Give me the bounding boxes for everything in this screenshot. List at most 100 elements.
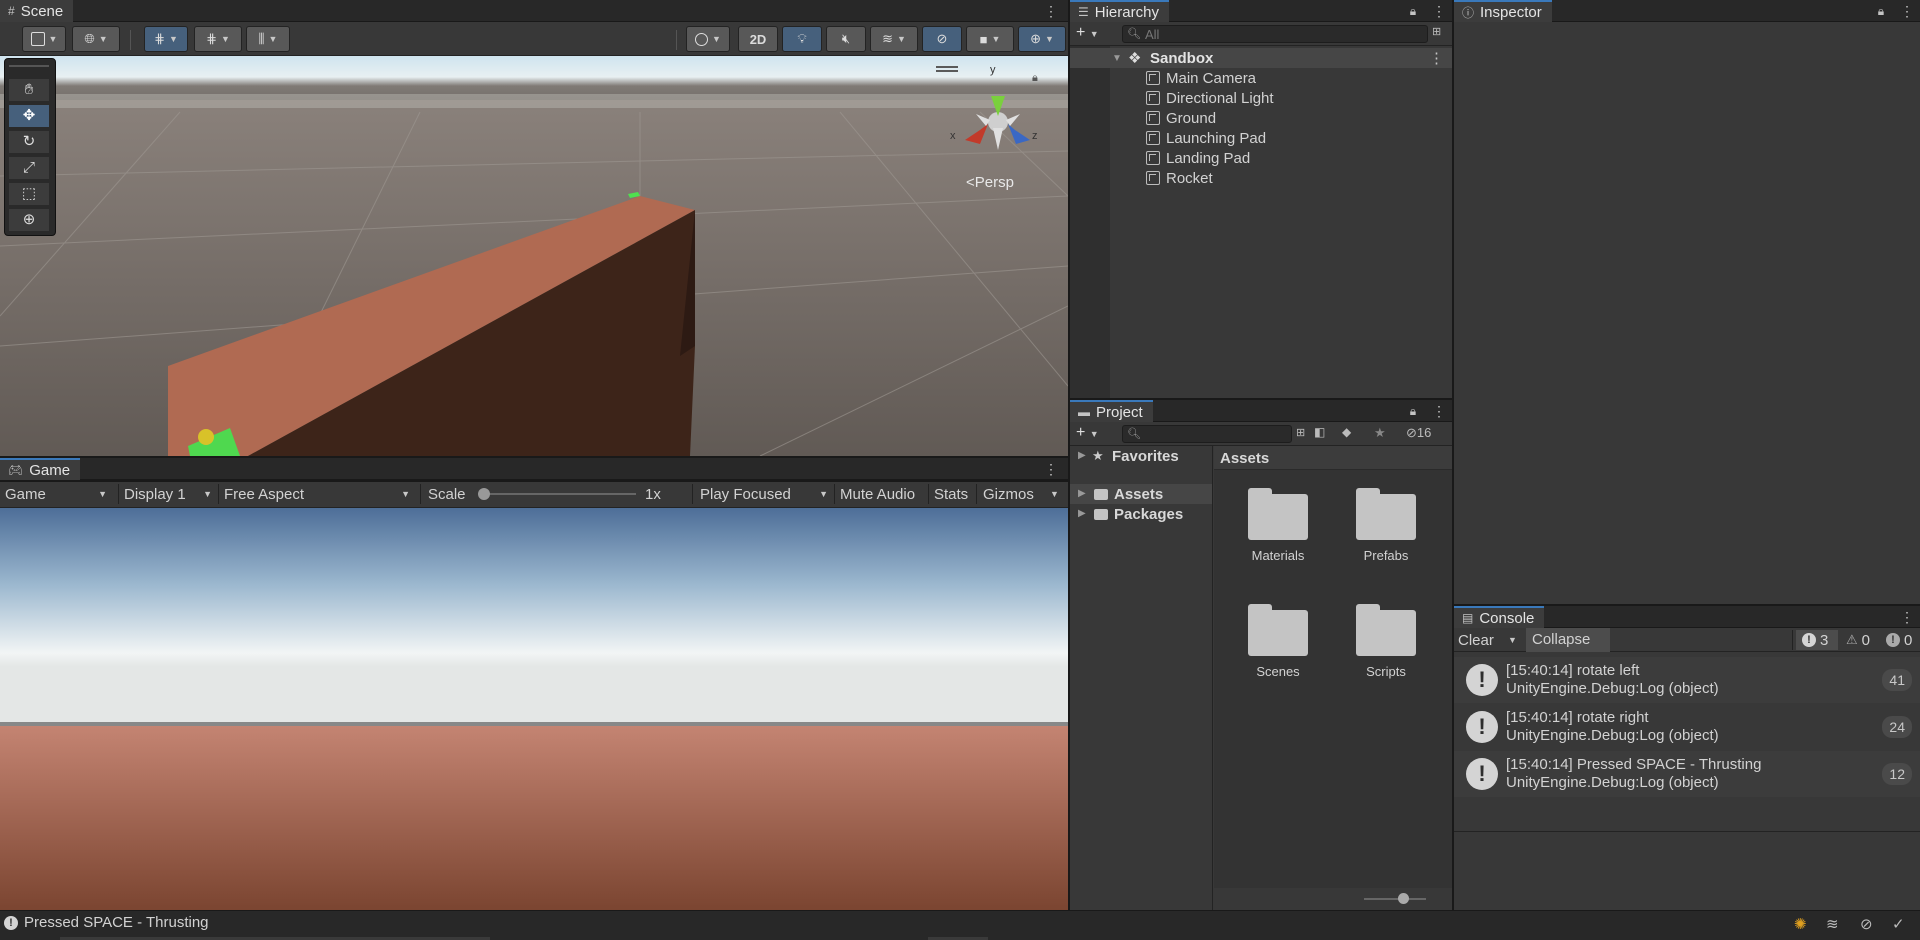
tree-item-assets[interactable]: ▶ Assets [1070, 484, 1212, 504]
hierarchy-item[interactable]: Ground [1070, 108, 1452, 128]
network-off-icon[interactable]: ⊘ [1860, 915, 1873, 933]
asset-label[interactable]: Scenes [1223, 664, 1333, 679]
gizmo-lock-icon[interactable]: 🔒︎ [1032, 72, 1038, 85]
hidden-packages-toggle[interactable]: ⊘16 [1406, 425, 1431, 441]
2d-toggle-button[interactable]: 2D [738, 26, 778, 52]
log-filter-toggle[interactable]: ! 3 [1796, 630, 1838, 650]
rect-tool-icon[interactable]: ⬚ [9, 183, 49, 205]
breadcrumb-assets[interactable]: Assets [1220, 450, 1269, 467]
draw-mode-button[interactable]: ▼ [22, 26, 66, 52]
console-entry[interactable]: ! [15:40:14] Pressed SPACE - Thrusting Un… [1454, 751, 1920, 797]
cache-server-icon[interactable]: ≋ [1826, 915, 1839, 933]
search-scope-icon[interactable]: ⊞ [1296, 426, 1305, 439]
folder-icon[interactable] [1356, 604, 1416, 656]
root-menu-icon[interactable]: ⋮ [1429, 49, 1444, 67]
console-entry[interactable]: ! [15:40:14] rotate right UnityEngine.Deb… [1454, 704, 1920, 750]
grid-visibility-button[interactable]: ⫼ ▼ [246, 26, 290, 52]
scale-slider[interactable] [482, 493, 636, 495]
inspector-menu-icon[interactable]: ⋮ [1900, 2, 1914, 20]
display-dropdown[interactable]: Display 1 ▼ [124, 482, 218, 506]
hierarchy-item[interactable]: Landing Pad [1070, 148, 1452, 168]
tab-scene[interactable]: # Scene [0, 0, 74, 22]
game-mode-dropdown[interactable]: Game ▼ [5, 482, 113, 506]
asset-label[interactable]: Materials [1223, 548, 1333, 563]
expand-arrow-icon[interactable]: ▶ [1078, 488, 1086, 499]
effects-button[interactable]: ≋ ▼ [870, 26, 918, 52]
scene-menu-icon[interactable]: ⋮ [1044, 2, 1058, 20]
hierarchy-item[interactable]: Launching Pad [1070, 128, 1452, 148]
hierarchy-item[interactable]: Rocket [1070, 168, 1452, 188]
move-tool-icon[interactable]: ✥ [9, 105, 49, 127]
project-content: Assets Materials Prefabs Scenes Scripts [1214, 446, 1452, 910]
scene-viewport[interactable]: y x z 🔒︎ <Persp ✋︎ ✥ ↻ ⤢ ⬚ ⊕ [0, 56, 1068, 456]
error-filter-toggle[interactable]: ! 0 [1882, 630, 1920, 650]
icon-size-slider[interactable] [1364, 898, 1426, 900]
hierarchy-lock-icon[interactable]: 🔒︎ [1406, 2, 1420, 20]
shading-mode-button[interactable]: ▼ [686, 26, 730, 52]
camera-settings-button[interactable]: ■ ▼ [966, 26, 1014, 52]
status-message[interactable]: Pressed SPACE - Thrusting [24, 914, 209, 931]
tab-inspector[interactable]: ⓘ Inspector [1454, 0, 1552, 22]
star-icon[interactable]: ★ [1374, 425, 1386, 441]
console-entry[interactable]: ! [15:40:14] rotate left UnityEngine.Debu… [1454, 657, 1920, 703]
clear-button[interactable]: Clear [1458, 628, 1494, 652]
hierarchy-item[interactable]: Directional Light [1070, 88, 1452, 108]
incremental-snap-button[interactable]: ⋕ ▼ [194, 26, 242, 52]
global-local-button[interactable]: 🌐︎ ▼ [72, 26, 120, 52]
folder-icon[interactable] [1356, 488, 1416, 540]
tab-game[interactable]: 🎮︎ Game [0, 458, 81, 480]
hierarchy-root-row[interactable]: ▼ ❖ Sandbox ⋮ [1070, 48, 1452, 68]
hierarchy-search-input[interactable]: 🔍︎ All [1122, 25, 1428, 43]
tab-console[interactable]: ▤ Console [1454, 606, 1545, 628]
check-icon[interactable]: ✓ [1892, 915, 1905, 933]
project-search-input[interactable]: 🔍︎ [1122, 425, 1292, 443]
favorites-expand-icon[interactable]: ▶ [1078, 450, 1086, 461]
stats-button[interactable]: Stats [934, 482, 968, 506]
scene-search-icon[interactable]: ⊞ [1432, 25, 1448, 41]
gizmos-button[interactable]: ⊕ ▼ [1018, 26, 1066, 52]
gizmos-toggle[interactable]: Gizmos [983, 482, 1034, 506]
persp-toggle[interactable]: <Persp [966, 174, 1014, 191]
mute-audio-button[interactable]: Mute Audio [840, 482, 915, 506]
add-object-button[interactable]: + ▼ [1076, 24, 1099, 42]
expand-arrow-icon[interactable]: ▶ [1078, 508, 1086, 519]
scale-tool-icon[interactable]: ⤢ [9, 157, 49, 179]
hidden-objects-button[interactable]: ⊘ [922, 26, 962, 52]
game-menu-icon[interactable]: ⋮ [1044, 460, 1058, 478]
play-mode-dropdown[interactable]: Play Focused ▼ [700, 482, 832, 506]
hand-tool-icon[interactable]: ✋︎ [9, 79, 49, 101]
project-menu-icon[interactable]: ⋮ [1432, 402, 1446, 420]
gizmos-dropdown-icon[interactable]: ▼ [1050, 482, 1059, 506]
asset-label[interactable]: Scripts [1331, 664, 1441, 679]
icon-size-slider-handle[interactable] [1398, 893, 1409, 904]
scale-slider-handle[interactable] [478, 488, 490, 500]
bug-icon[interactable]: ✺ [1794, 915, 1807, 933]
filter-type-icon[interactable]: ◧ [1314, 425, 1325, 439]
warning-filter-toggle[interactable]: ⚠ 0 [1842, 630, 1880, 650]
folder-icon[interactable] [1248, 488, 1308, 540]
tab-hierarchy[interactable]: ☰ Hierarchy [1070, 0, 1169, 22]
hierarchy-item[interactable]: Main Camera [1070, 68, 1452, 88]
filter-label-icon[interactable]: ◆ [1342, 425, 1351, 439]
hierarchy-menu-icon[interactable]: ⋮ [1432, 2, 1446, 20]
rotate-tool-icon[interactable]: ↻ [9, 131, 49, 153]
transform-tool-icon[interactable]: ⊕ [9, 209, 49, 231]
create-asset-button[interactable]: + ▼ [1076, 424, 1099, 442]
clear-options-dropdown[interactable]: ▼ [1508, 628, 1517, 652]
grid-snap-button[interactable]: ⋕ ▼ [144, 26, 188, 52]
asset-label[interactable]: Prefabs [1331, 548, 1441, 563]
tree-item-packages[interactable]: ▶ Packages [1070, 504, 1212, 524]
inspector-lock-icon[interactable]: 🔒︎ [1874, 2, 1888, 20]
entry-count: 12 [1882, 763, 1912, 785]
aspect-dropdown[interactable]: Free Aspect ▼ [224, 482, 416, 506]
project-lock-icon[interactable]: 🔒︎ [1406, 402, 1420, 420]
game-viewport[interactable] [0, 508, 1068, 910]
collapse-toggle[interactable]: Collapse [1526, 628, 1610, 652]
lighting-toggle-button[interactable]: 💡︎ [782, 26, 822, 52]
tab-project[interactable]: ▬ Project [1070, 400, 1153, 422]
expand-arrow-icon[interactable]: ▼ [1112, 53, 1122, 64]
favorites-label[interactable]: Favorites [1112, 448, 1179, 465]
console-menu-icon[interactable]: ⋮ [1900, 608, 1914, 626]
audio-toggle-button[interactable]: 🔇︎ [826, 26, 866, 52]
folder-icon[interactable] [1248, 604, 1308, 656]
